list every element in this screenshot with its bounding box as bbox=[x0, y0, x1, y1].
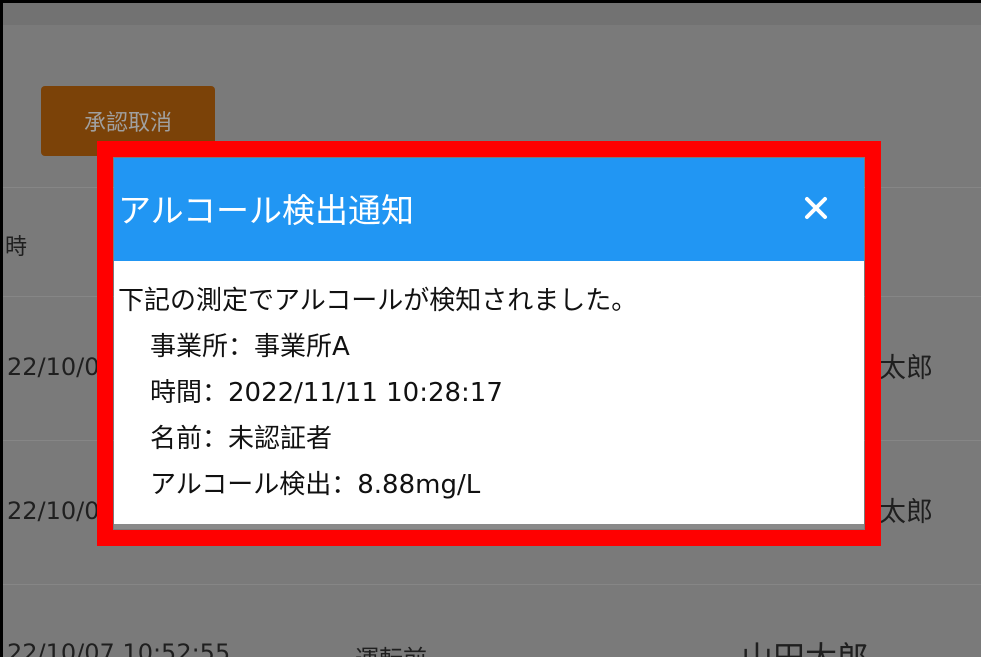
table-divider bbox=[3, 584, 981, 585]
row-time: 22/10/07 10:52:55 bbox=[7, 639, 231, 657]
dialog-bottom-border bbox=[114, 524, 864, 529]
alcohol-line: アルコール検出：8.88mg/L bbox=[150, 470, 481, 500]
row-name: 太郎 bbox=[879, 497, 933, 528]
row-name: 山田太郎 bbox=[741, 633, 869, 657]
row-time: 22/10/0 bbox=[7, 497, 100, 525]
alert-message: 下記の測定でアルコールが検知されました。 bbox=[118, 286, 638, 316]
time-line: 時間：2022/11/11 10:28:17 bbox=[150, 378, 503, 408]
top-bar bbox=[3, 3, 981, 25]
dialog-header: アルコール検出通知 bbox=[114, 158, 864, 261]
close-icon[interactable] bbox=[796, 188, 836, 228]
alcohol-alert-dialog: アルコール検出通知 下記の測定でアルコールが検知されました。 事業所：事業所A … bbox=[114, 158, 864, 529]
row-timing: 運転前 bbox=[355, 639, 427, 657]
table-header-time: 時 bbox=[5, 235, 28, 260]
row-name: 太郎 bbox=[879, 353, 933, 384]
dialog-body: 下記の測定でアルコールが検知されました。 事業所：事業所A 時間：2022/11… bbox=[118, 278, 858, 508]
name-line: 名前：未認証者 bbox=[150, 424, 333, 454]
dialog-title: アルコール検出通知 bbox=[118, 191, 415, 230]
row-time: 22/10/0 bbox=[7, 353, 100, 381]
office-line: 事業所：事業所A bbox=[150, 332, 350, 362]
